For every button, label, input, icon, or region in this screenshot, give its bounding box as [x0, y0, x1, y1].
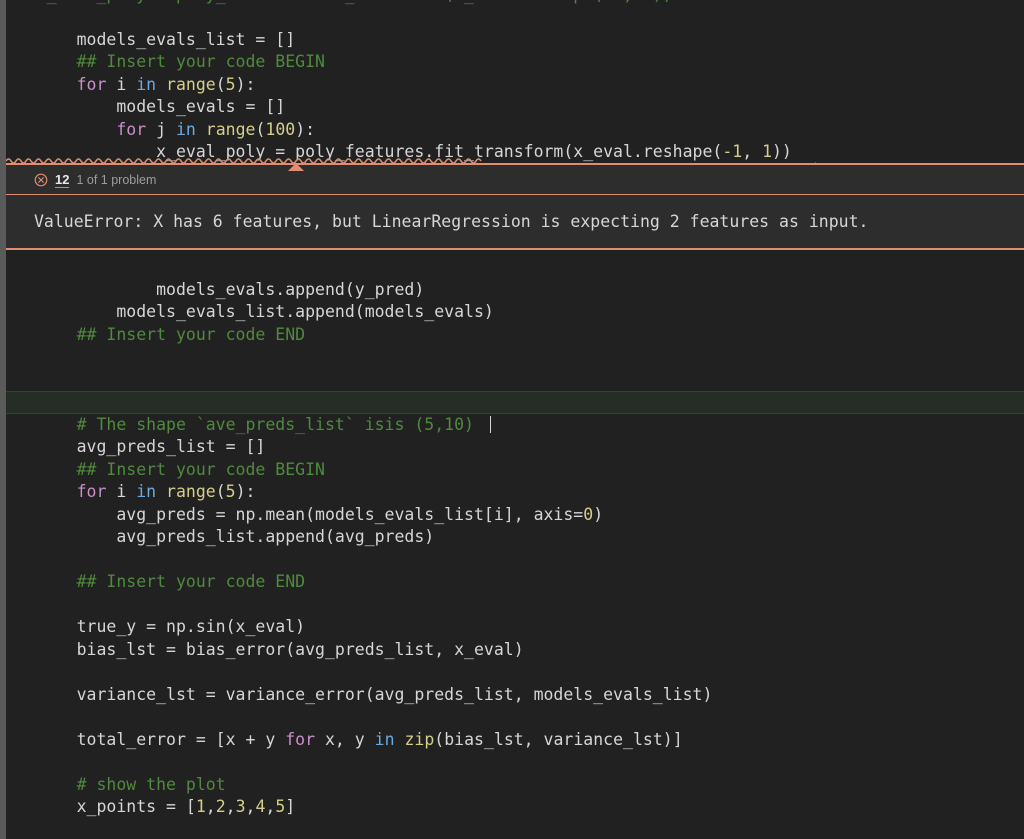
code-line[interactable]: avg_preds_list = [] [6, 414, 1024, 456]
code-line[interactable]: # show the plot [6, 751, 1024, 794]
code-line[interactable]: x_eval_poly = poly_features.fit_transfor… [6, 119, 1024, 161]
code-line-blank[interactable] [6, 729, 1024, 752]
code-line[interactable]: x_points = [1,2,3,4,5] [6, 774, 1024, 816]
code-line-blank[interactable] [6, 796, 1024, 819]
code-line[interactable]: ## Insert your code END [6, 549, 1024, 591]
code-line[interactable]: # For each degree compute the average pr… [6, 369, 1024, 411]
code-line-blank[interactable] [6, 684, 1024, 707]
code-line[interactable]: bias_lst = bias_error(avg_preds_list, x_… [6, 616, 1024, 659]
code-line[interactable]: ## Insert your code END [6, 301, 1024, 344]
error-panel-pointer-arrow [288, 163, 304, 171]
clipped-top-code-line: # x_eval_poly = poly_features.fit_transf… [6, 0, 673, 7]
code-line[interactable]: ## Insert your code BEGIN [6, 436, 1024, 479]
code-line[interactable]: ## Insert your code BEGIN [6, 29, 1024, 71]
code-line[interactable]: models_evals_list.append(models_evals) [6, 279, 1024, 321]
inline-error-panel[interactable]: 12 1 of 1 problem ValueError: X has 6 fe… [6, 163, 1024, 250]
code-pane-below-error[interactable]: models_evals.append(y_pred) models_evals… [6, 250, 1024, 839]
code-line[interactable]: models_evals.append(y_pred) [6, 256, 1024, 299]
error-panel-body: ValueError: X has 6 features, but Linear… [6, 195, 1024, 248]
code-line-blank[interactable] [6, 639, 1024, 662]
editor-left-gutter-strip[interactable] [0, 0, 6, 839]
code-line[interactable]: avg_preds_list.append(avg_preds) [6, 504, 1024, 546]
code-line-blank[interactable] [6, 526, 1024, 549]
error-line-number[interactable]: 12 [55, 172, 70, 188]
code-pane-above-error[interactable]: models_evals_list = [] ## Insert your co… [6, 0, 1024, 162]
code-line-blank[interactable] [6, 346, 1024, 369]
code-line[interactable]: avg_preds = np.mean(models_evals_list[i]… [6, 481, 1024, 524]
code-line[interactable]: plt.plot(x_points, bias_lst, linestyle='… [6, 819, 1024, 839]
code-line-blank[interactable] [6, 571, 1024, 594]
code-line[interactable]: for j in range(100): [6, 96, 1024, 139]
error-panel-header[interactable]: 12 1 of 1 problem [6, 165, 1024, 195]
code-line[interactable]: total_error = [x + y for x, y in zip(bia… [6, 706, 1024, 749]
code-line[interactable]: true_y = np.sin(x_eval) [6, 594, 1024, 636]
code-line[interactable]: variance_lst = variance_error(avg_preds_… [6, 661, 1024, 704]
code-editor-window: # x_eval_poly = poly_features.fit_transf… [0, 0, 1024, 839]
code-line[interactable]: models_evals = [] [6, 74, 1024, 116]
error-problem-count: 1 of 1 problem [76, 172, 157, 187]
code-line[interactable]: for i in range(5): [6, 459, 1024, 501]
error-message-text: ValueError: X has 6 features, but Linear… [34, 212, 869, 231]
error-circle-x-icon [34, 173, 48, 186]
code-line-with-error[interactable]: y_pred = models_list[100 * i + j].predic… [6, 141, 1024, 162]
code-line[interactable]: for i in range(5): [6, 51, 1024, 94]
code-line-current[interactable]: # The shape `ave_preds_list` isis (5,10) [6, 391, 1024, 434]
code-line-blank[interactable] [6, 324, 1024, 347]
code-line[interactable]: models_evals_list = [] [6, 6, 1024, 49]
